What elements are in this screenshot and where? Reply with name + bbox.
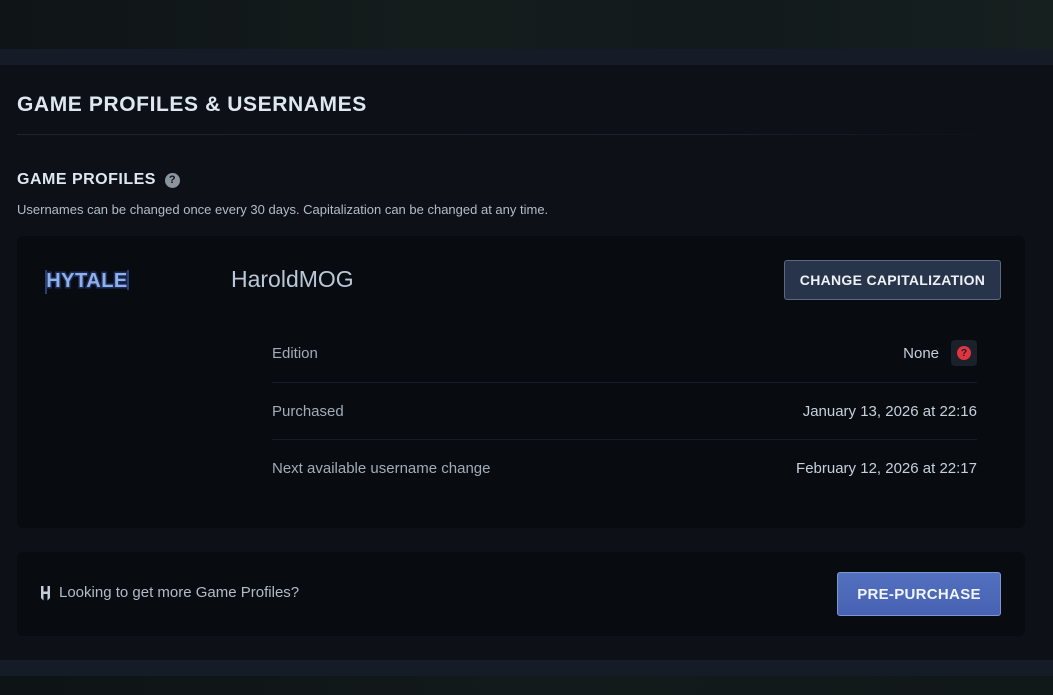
question-circle-icon: ? bbox=[957, 346, 971, 360]
pre-purchase-button[interactable]: PRE-PURCHASE bbox=[837, 572, 1001, 616]
detail-row-purchased: Purchased January 13, 2026 at 22:16 bbox=[272, 401, 977, 421]
purchased-value: January 13, 2026 at 22:16 bbox=[802, 402, 977, 420]
edition-info-button[interactable]: ? bbox=[951, 340, 977, 366]
detail-label: Edition bbox=[272, 344, 318, 362]
promo-message: Looking to get more Game Profiles? bbox=[59, 584, 300, 601]
bottom-backdrop bbox=[0, 676, 1053, 695]
change-capitalization-button[interactable]: CHANGE CAPITALIZATION bbox=[784, 260, 1001, 300]
top-band bbox=[0, 49, 1053, 65]
page-title: GAME PROFILES & USERNAMES bbox=[17, 93, 367, 116]
section-title-text: GAME PROFILES bbox=[17, 171, 156, 188]
detail-value: None ? bbox=[903, 340, 977, 366]
title-divider bbox=[17, 134, 997, 135]
section-description: Usernames can be changed once every 30 d… bbox=[17, 202, 549, 217]
next-change-value: February 12, 2026 at 22:17 bbox=[796, 459, 977, 477]
promo-text: Looking to get more Game Profiles? bbox=[40, 584, 299, 601]
hytale-logo: HYTALE bbox=[45, 269, 129, 294]
detail-row-edition: Edition None ? bbox=[272, 340, 977, 366]
row-divider bbox=[272, 382, 977, 383]
profile-username: HaroldMOG bbox=[231, 266, 354, 292]
top-backdrop bbox=[0, 0, 1053, 49]
detail-row-next-change: Next available username change February … bbox=[272, 458, 977, 478]
hytale-logo-text: HYTALE bbox=[46, 270, 128, 292]
edition-value: None bbox=[903, 344, 939, 362]
section-title: GAME PROFILES ? bbox=[17, 171, 180, 189]
detail-label: Next available username change bbox=[272, 459, 491, 477]
detail-label: Purchased bbox=[272, 402, 344, 420]
row-divider bbox=[272, 439, 977, 440]
bottom-band bbox=[0, 660, 1053, 676]
question-circle-icon[interactable]: ? bbox=[164, 172, 180, 188]
hytale-h-icon bbox=[41, 585, 50, 600]
